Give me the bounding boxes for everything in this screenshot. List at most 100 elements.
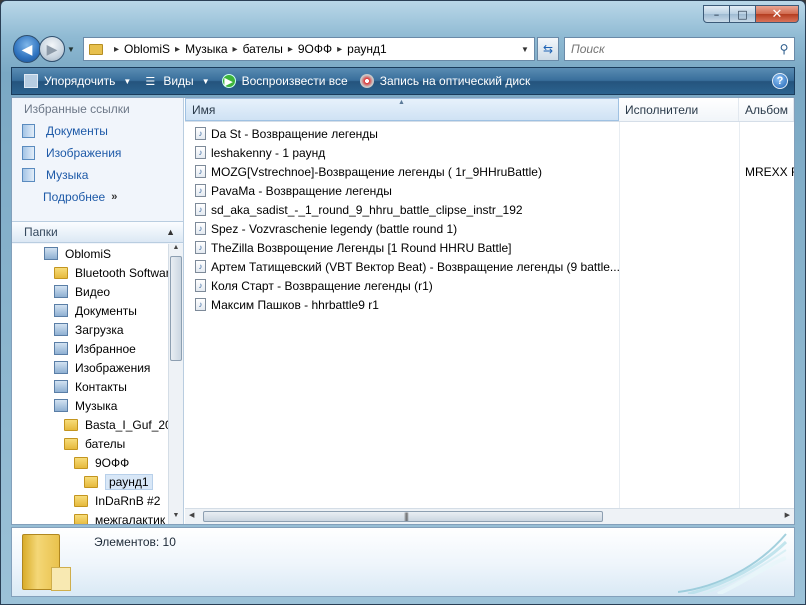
back-button[interactable]: ◀ xyxy=(13,35,41,63)
file-row[interactable]: ♪ Артем Татищевский (VBT Вектор Beat) - В… xyxy=(185,257,794,276)
tree-item[interactable]: Музыка xyxy=(12,396,168,415)
scroll-up-icon[interactable]: ▲ xyxy=(169,244,183,256)
column-header-album[interactable]: Альбом xyxy=(739,98,794,121)
forward-arrow-icon: ▶ xyxy=(46,40,58,57)
forward-button[interactable]: ▶ xyxy=(39,36,65,62)
tree-item[interactable]: раунд1 xyxy=(12,472,168,491)
file-row[interactable]: ♪ TheZilla Возврощение Легенды [1 Round H… xyxy=(185,238,794,257)
column-header-artist[interactable]: Исполнители xyxy=(619,98,739,121)
folder-icon xyxy=(44,247,58,260)
file-row[interactable]: ♪ sd_aka_sadist_-_1_round_9_hhru_battle_c… xyxy=(185,200,794,219)
tree-item[interactable]: Изображения xyxy=(12,358,168,377)
tree-item[interactable]: Basta_I_Guf_2010 xyxy=(12,415,168,434)
breadcrumb-item[interactable]: раунд1 xyxy=(347,42,387,56)
library-icon xyxy=(22,146,35,160)
file-name: Spez - Vozvraschenie legendy (battle rou… xyxy=(211,221,458,236)
scroll-down-icon[interactable]: ▼ xyxy=(169,512,183,524)
audio-file-icon: ♪ xyxy=(195,260,206,273)
audio-file-icon: ♪ xyxy=(195,279,206,292)
minimize-button[interactable]: – xyxy=(703,5,730,23)
folder-tree: OblomiS Bluetooth Software Видео Документы З… xyxy=(12,244,168,524)
audio-file-icon: ♪ xyxy=(195,298,206,311)
tree-item[interactable]: Загрузка xyxy=(12,320,168,339)
tree-item[interactable]: OblomiS xyxy=(12,244,168,263)
favorite-link[interactable]: Музыка xyxy=(12,164,183,186)
horizontal-scroll-thumb[interactable]: ||| xyxy=(203,511,603,522)
tree-item[interactable]: InDaRnB #2 xyxy=(12,491,168,510)
file-row[interactable]: ♪ Da St - Возвращение легенды xyxy=(185,124,794,143)
column-header-album-label: Альбом xyxy=(745,102,789,117)
breadcrumb-item[interactable]: 9ОФФ xyxy=(298,42,332,56)
file-row[interactable]: ♪ PavaMa - Возвращение легенды xyxy=(185,181,794,200)
chevron-right-icon[interactable]: ▸ xyxy=(337,44,342,55)
audio-file-icon: ♪ xyxy=(195,146,206,159)
tree-item[interactable]: Bluetooth Software xyxy=(12,263,168,282)
breadcrumb-item[interactable]: Музыка xyxy=(185,42,227,56)
file-name: PavaMa - Возвращение легенды xyxy=(211,183,392,198)
folder-icon xyxy=(54,361,68,374)
favorite-link[interactable]: Документы xyxy=(12,120,183,142)
views-label: Виды xyxy=(163,74,194,88)
folder-tree-scrollbar[interactable]: ▲ ▼ xyxy=(168,244,183,524)
search-box[interactable]: ⚲ xyxy=(564,37,795,61)
breadcrumb-item[interactable]: бателы xyxy=(243,42,283,56)
search-icon[interactable]: ⚲ xyxy=(774,42,794,56)
organize-button[interactable]: Упорядочить ▼ xyxy=(18,68,137,94)
column-header-artist-label: Исполнители xyxy=(625,102,699,117)
tree-item-label: межгалактик xyxy=(95,512,166,525)
tree-item[interactable]: бателы xyxy=(12,434,168,453)
chevron-down-icon: ▼ xyxy=(123,76,132,86)
audio-file-icon: ♪ xyxy=(195,241,206,254)
chevron-right-icon[interactable]: ▸ xyxy=(288,44,293,55)
tree-item[interactable]: Контакты xyxy=(12,377,168,396)
horizontal-scrollbar[interactable]: ◀ ||| ▶ xyxy=(185,508,794,524)
scroll-left-icon[interactable]: ◀ xyxy=(189,511,194,519)
favorite-link[interactable]: Изображения xyxy=(12,142,183,164)
file-name-cell: ♪ TheZilla Возврощение Легенды [1 Round H… xyxy=(185,241,619,255)
folders-header-label: Папки xyxy=(24,225,58,239)
burn-button[interactable]: Запись на оптический диск xyxy=(354,68,537,94)
chevron-right-icon[interactable]: ▸ xyxy=(233,44,238,55)
sort-ascending-icon: ▲ xyxy=(398,99,405,106)
address-dropdown-button[interactable]: ▼ xyxy=(516,38,534,60)
chevron-right-icon[interactable]: ▸ xyxy=(175,44,180,55)
file-row[interactable]: ♪ Коля Старт - Возвращение легенды (r1) xyxy=(185,276,794,295)
column-header-name[interactable]: ▲ Имя xyxy=(185,98,619,121)
tree-item-label: InDaRnB #2 xyxy=(95,493,161,508)
scroll-thumb[interactable] xyxy=(170,256,182,361)
scroll-right-icon[interactable]: ▶ xyxy=(785,511,790,519)
address-bar[interactable]: ▸ OblomiS ▸ Музыка ▸ бателы ▸ 9ОФФ ▸ раунд1 ▼ xyxy=(83,37,535,61)
folder-icon xyxy=(89,43,103,55)
favorite-link-label: Музыка xyxy=(46,168,89,182)
navigation-pane: Избранные ссылки Документы Изображения Муз… xyxy=(12,98,184,524)
views-button[interactable]: ☰ Виды ▼ xyxy=(137,68,215,94)
file-row[interactable]: ♪ leshakenny - 1 раунд xyxy=(185,143,794,162)
column-headers: ▲ Имя Исполнители Альбом xyxy=(185,98,794,122)
refresh-button[interactable]: ⇆ xyxy=(537,37,559,61)
file-row[interactable]: ♪ Spez - Vozvraschenie legendy (battle ro… xyxy=(185,219,794,238)
play-all-button[interactable]: ▶ Воспроизвести все xyxy=(216,68,354,94)
tree-item[interactable]: Документы xyxy=(12,301,168,320)
file-list: ▲ Имя Исполнители Альбом ♪ Da St - Возвра… xyxy=(185,98,794,524)
favorites-list: Документы Изображения Музыка xyxy=(12,120,183,186)
recent-pages-dropdown[interactable]: ▼ xyxy=(67,45,79,54)
tree-item[interactable]: Видео xyxy=(12,282,168,301)
close-button[interactable]: ✕ xyxy=(755,5,799,23)
tree-item[interactable]: межгалактик xyxy=(12,510,168,524)
play-all-label: Воспроизвести все xyxy=(241,74,348,88)
tree-item[interactable]: 9ОФФ xyxy=(12,453,168,472)
search-input[interactable] xyxy=(565,42,774,56)
file-name-cell: ♪ Da St - Возвращение легенды xyxy=(185,127,619,141)
breadcrumb-item[interactable]: OblomiS xyxy=(124,42,170,56)
folder-icon xyxy=(84,475,98,488)
help-button[interactable]: ? xyxy=(772,73,788,89)
maximize-button[interactable]: □ xyxy=(729,5,756,23)
favorites-more-link[interactable]: Подробнее » xyxy=(12,186,183,208)
file-row[interactable]: ♪ Максим Пашков - hhrbattle9 r1 xyxy=(185,295,794,314)
file-row[interactable]: ♪ MOZG[Vstrechnoe]-Возвращение легенды ( … xyxy=(185,162,794,181)
tree-item[interactable]: Избранное xyxy=(12,339,168,358)
chevron-right-icon[interactable]: ▸ xyxy=(114,44,119,55)
tree-item-label: Избранное xyxy=(75,341,136,356)
folders-header[interactable]: Папки ▲ xyxy=(12,221,183,243)
breadcrumb: ▸ OblomiS ▸ Музыка ▸ бателы ▸ 9ОФФ ▸ раунд1 xyxy=(109,38,387,60)
